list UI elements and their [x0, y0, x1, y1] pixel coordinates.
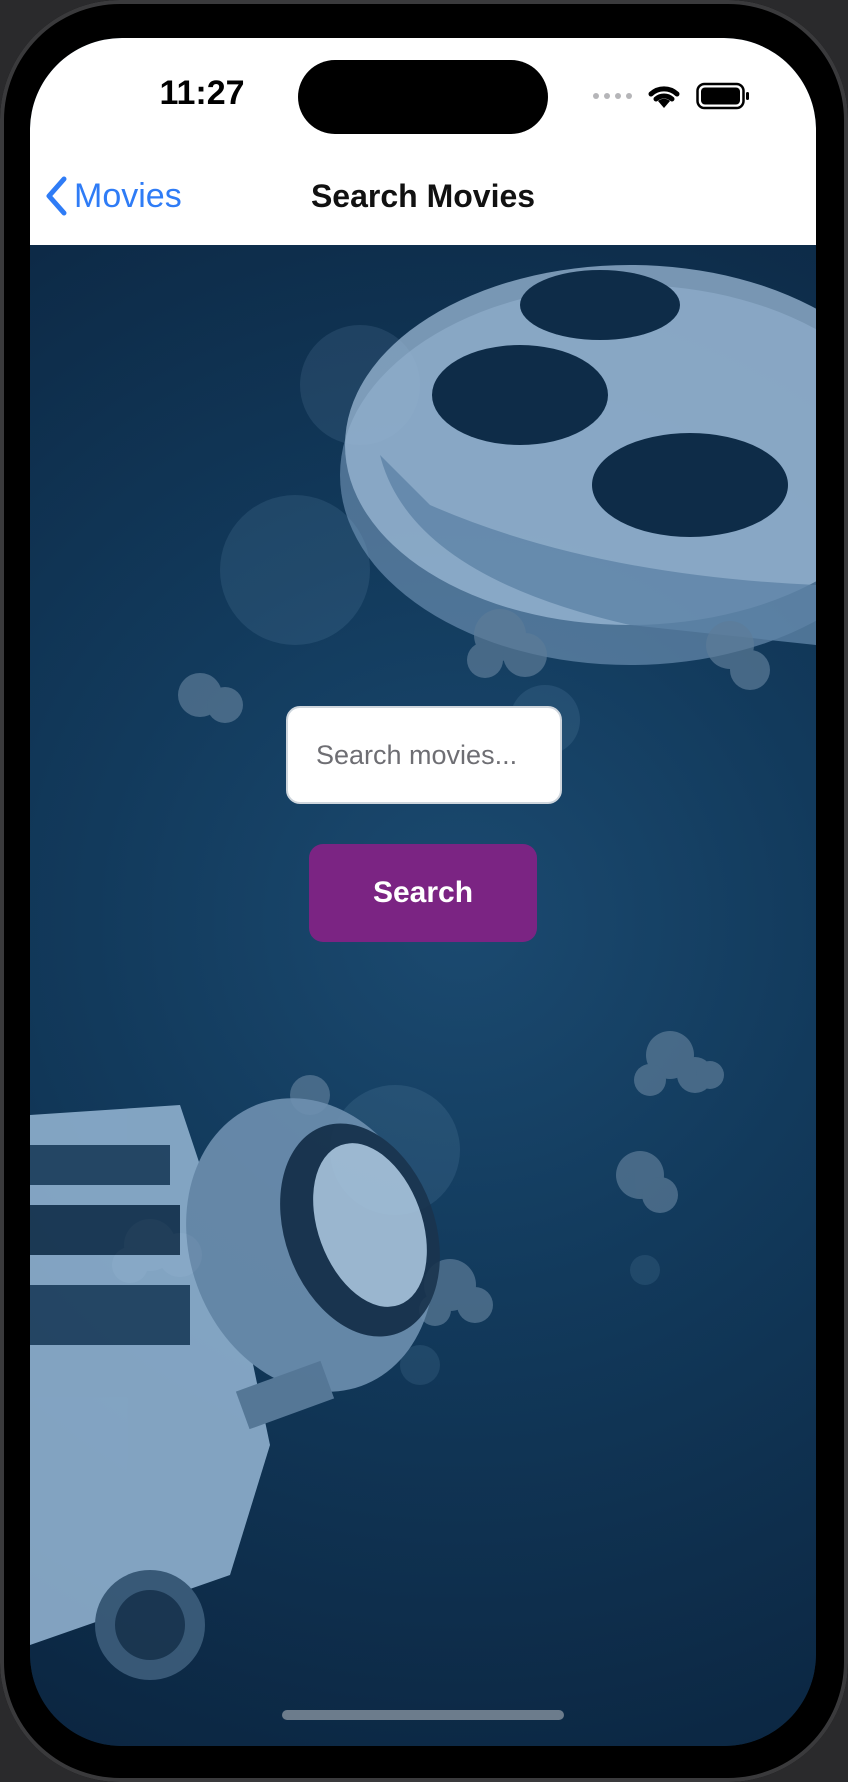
film-reel-image [30, 265, 816, 1680]
battery-icon [696, 82, 749, 110]
page-title: Search Movies [310, 178, 536, 214]
home-indicator [282, 1710, 564, 1720]
status-icons [593, 82, 750, 110]
wifi-icon [648, 86, 680, 108]
search-input[interactable] [286, 706, 562, 804]
dynamic-island [298, 60, 548, 134]
search-button[interactable]: Search [309, 844, 537, 942]
screen: 11:27 Movies Search Movies Search movies… [30, 38, 816, 1746]
device-frame: 11:27 Movies Search Movies Search movies… [0, 0, 848, 1782]
top-bar: 11:27 Movies Search Movies [30, 38, 816, 245]
status-time: 11:27 [159, 74, 245, 112]
background-art [30, 245, 816, 1746]
signal-dots-icon [593, 93, 632, 99]
